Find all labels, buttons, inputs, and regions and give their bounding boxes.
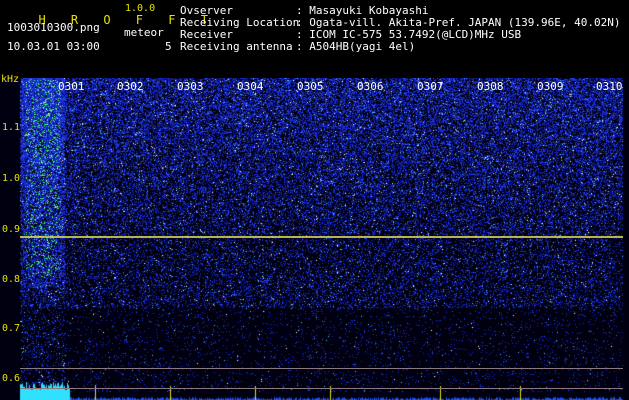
info-label-antenna: Receiving antenna [180,40,293,53]
minute-label: 0305 [297,80,324,93]
y-tick-label: 0.7 [2,323,21,334]
minute-label: 0306 [357,80,384,93]
y-tick-label: 1.1 [2,122,21,133]
baseline-reference-line [20,388,623,389]
minute-label: 0302 [117,80,144,93]
observation-datetime: 10.03.01 03:00 [7,40,100,53]
minute-label: 0308 [477,80,504,93]
y-tick-label: 0.6 [2,373,21,384]
axis-unit: kHz [1,74,20,85]
meteor-count: 5 [165,40,172,53]
y-tick-label: 0.8 [2,274,21,285]
carrier-line [20,236,623,238]
image-filename: 1003010300.png [7,21,100,34]
spectrogram-canvas [0,78,629,400]
minute-label: 0304 [237,80,264,93]
y-tick-label: 1.0 [2,173,21,184]
minute-label: 0301 [58,80,85,93]
app-version: 1.0.0 [125,3,156,14]
meteor-label: meteor [124,26,164,39]
lower-reference-line [20,368,623,369]
y-tick-label: 0.9 [2,224,21,235]
info-value-antenna: : A504HB(yagi 4el) [296,40,416,53]
minute-label: 0303 [177,80,204,93]
minute-label: 0309 [537,80,564,93]
minute-label: 0307 [417,80,444,93]
minute-label: 0310 [596,80,623,93]
